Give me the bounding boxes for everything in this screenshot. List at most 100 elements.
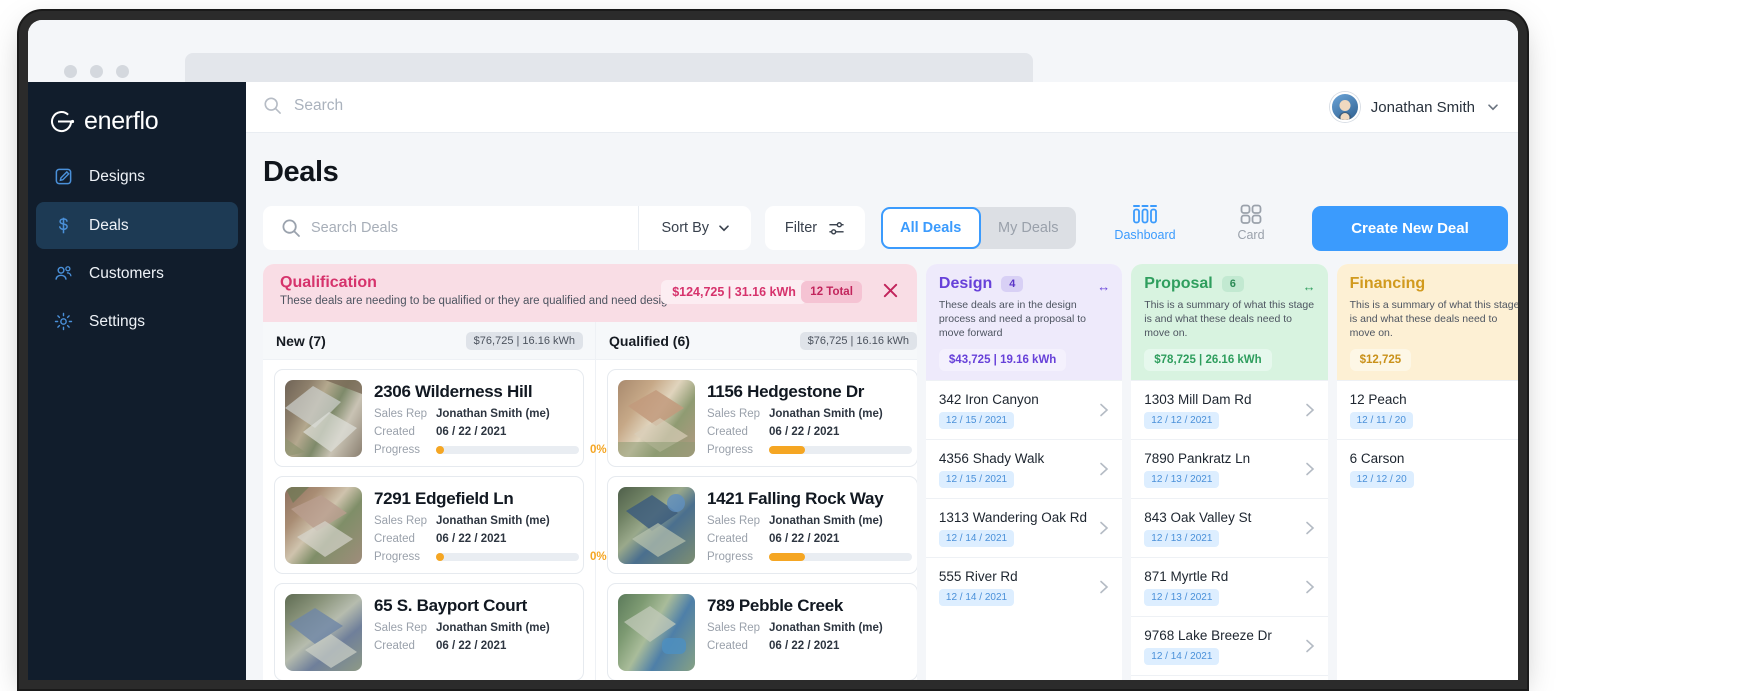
gear-icon [53, 311, 74, 332]
chevron-right-icon [1098, 402, 1110, 418]
stage-list-item[interactable]: 1303 Mill Dam Rd 12 / 12 / 2021 [1131, 379, 1328, 439]
chevron-down-icon [1486, 100, 1500, 114]
created-label: Created [707, 533, 748, 545]
chevron-right-icon [1098, 461, 1110, 477]
created-label: Created [374, 640, 415, 652]
sales-rep-value: Jonathan Smith (me) [769, 515, 883, 527]
create-new-deal-button[interactable]: Create New Deal [1312, 206, 1508, 251]
deal-created-row: Created 06 / 22 / 2021 [707, 640, 907, 652]
stage-summary: $12,725 [1349, 348, 1412, 371]
deal-card[interactable]: 1421 Falling Rock Way Sales Rep Jonathan… [607, 476, 917, 574]
progress-bar [769, 446, 912, 454]
sidebar-item-designs[interactable]: Designs [36, 153, 238, 200]
progress-bar-fill [769, 446, 805, 454]
sales-rep-value: Jonathan Smith (me) [436, 408, 550, 420]
stage-subtitle: This is a summary of what this stage is … [1144, 299, 1315, 340]
sales-rep-value: Jonathan Smith (me) [769, 622, 883, 634]
stage-list-item[interactable]: 871 Myrtle Rd 12 / 13 / 2021 [1131, 556, 1328, 616]
stage-list-item[interactable]: 555 River Rd 12 / 14 / 2021 [925, 556, 1123, 616]
resize-arrows-icon[interactable]: ↔ [1097, 279, 1110, 294]
created-label: Created [707, 426, 748, 438]
stage-list-item[interactable]: 843 Oak Valley St 12 / 13 / 2021 [1131, 497, 1328, 557]
stage-item-date: 12 / 14 / 2021 [1144, 647, 1220, 665]
stage-list-item[interactable]: 342 Iron Canyon 12 / 15 / 2021 [925, 379, 1123, 439]
stage-item-date: 12 / 15 / 2021 [938, 411, 1015, 429]
stage-list-item[interactable]: 12 Peach 12 / 11 / 20 [1336, 379, 1518, 439]
deal-created-row: Created 06 / 22 / 2021 [707, 533, 917, 545]
tab-my-deals[interactable]: My Deals [981, 207, 1077, 249]
chevron-right-icon [1304, 461, 1316, 477]
search-icon [281, 218, 301, 238]
stage-list-item[interactable]: 6 Carson 12 / 12 / 20 [1336, 438, 1518, 498]
progress-bar [436, 553, 579, 561]
deal-card[interactable]: 65 S. Bayport Court Sales Rep Jonathan S… [274, 583, 584, 680]
view-dashboard-label: Dashboard [1114, 228, 1176, 242]
sales-rep-value: Jonathan Smith (me) [436, 515, 550, 527]
search-deals-placeholder: Search Deals [311, 220, 399, 236]
qualification-header: Qualification These deals are needing to… [263, 264, 917, 322]
column-name: New (7) [276, 332, 326, 349]
deal-progress-row: Progress 25% [707, 551, 917, 563]
stage-items: 342 Iron Canyon 12 / 15 / 2021 4356 Shad… [925, 379, 1123, 616]
sort-by-dropdown[interactable]: Sort By [638, 206, 751, 250]
chevron-right-icon [1304, 638, 1316, 654]
sidebar-item-customers[interactable]: Customers [36, 250, 238, 297]
window-maximize-dot[interactable] [116, 65, 129, 78]
window-minimize-dot[interactable] [90, 65, 103, 78]
qualification-total-badge: 12 Total [801, 281, 862, 303]
created-value: 06 / 22 / 2021 [436, 640, 507, 652]
global-search[interactable]: Search [263, 96, 343, 115]
stage-item-date: 12 / 12 / 2021 [1144, 411, 1220, 429]
sidebar: enerflo Designs Deals Customers Settings [28, 82, 246, 680]
stage-item-address: 555 River Rd [938, 568, 1018, 584]
deal-sales-rep-row: Sales Rep Jonathan Smith (me) [707, 515, 917, 527]
browser-titlebar [28, 20, 1518, 90]
stage-item-date: 12 / 13 / 2021 [1144, 529, 1220, 547]
stage-title: Financing [1349, 275, 1426, 292]
close-icon[interactable] [882, 282, 899, 299]
window-close-dot[interactable] [64, 65, 77, 78]
chevron-right-icon [1304, 402, 1316, 418]
stage-list-item[interactable]: 4356 Shady Walk 12 / 15 / 2021 [925, 438, 1123, 498]
chevron-right-icon [1304, 579, 1316, 595]
deal-card[interactable]: 1156 Hedgestone Dr Sales Rep Jonathan Sm… [607, 369, 917, 467]
chevron-right-icon [1304, 520, 1316, 536]
view-dashboard[interactable]: Dashboard [1108, 204, 1182, 242]
tab-all-deals[interactable]: All Deals [881, 207, 981, 249]
sidebar-item-settings[interactable]: Settings [36, 298, 238, 345]
stage-list-item[interactable]: 9840 Broad Court Ln [1131, 674, 1328, 680]
created-value: 06 / 22 / 2021 [769, 426, 840, 438]
stage-subtitle: These deals are in the design process an… [938, 299, 1087, 340]
search-deals-input[interactable]: Search Deals Sort By [263, 206, 751, 250]
deal-card[interactable]: 2306 Wilderness Hill Sales Rep Jonathan … [274, 369, 607, 467]
stage-count-badge: 6 [1221, 276, 1244, 292]
view-card[interactable]: Card [1214, 204, 1288, 242]
page-title: Deals [263, 156, 339, 188]
stage-list-item[interactable]: 1313 Wandering Oak Rd 12 / 14 / 2021 [925, 497, 1123, 557]
deal-sales-rep-row: Sales Rep Jonathan Smith (me) [374, 622, 573, 634]
stage-list-item[interactable]: 9768 Lake Breeze Dr 12 / 14 / 2021 [1131, 615, 1328, 675]
deals-board: Qualification These deals are needing to… [263, 264, 1518, 680]
sidebar-item-deals[interactable]: Deals [36, 202, 238, 249]
chevron-down-icon [717, 221, 731, 235]
created-value: 06 / 22 / 2021 [436, 533, 507, 545]
account-name: Jonathan Smith [1370, 98, 1475, 116]
property-thumbnail [618, 594, 695, 671]
deal-address: 1156 Hedgestone Dr [707, 382, 865, 401]
column-cards: 2306 Wilderness Hill Sales Rep Jonathan … [263, 360, 607, 680]
deal-address: 65 S. Bayport Court [374, 596, 527, 615]
stage-item-date: 12 / 14 / 2021 [938, 529, 1015, 547]
qualification-columns: New (7) $76,725 | 16.16 kWh 2306 Wildern… [263, 322, 917, 680]
deal-sales-rep-row: Sales Rep Jonathan Smith (me) [374, 515, 607, 527]
deal-card[interactable]: 789 Pebble Creek Sales Rep Jonathan Smit… [607, 583, 917, 680]
stage-item-date: 12 / 13 / 2021 [1144, 470, 1220, 488]
stage-item-date: 12 / 11 / 20 [1349, 411, 1413, 429]
resize-arrows-icon[interactable]: ↔ [1303, 279, 1316, 294]
enerflo-logo-icon [48, 108, 75, 135]
app-logo[interactable]: enerflo [48, 107, 159, 136]
stage-list-item[interactable]: 7890 Pankratz Ln 12 / 13 / 2021 [1131, 438, 1328, 498]
deal-card[interactable]: 7291 Edgefield Ln Sales Rep Jonathan Smi… [274, 476, 607, 574]
filter-button[interactable]: Filter [765, 206, 865, 250]
qualification-summary: $124,725 | 31.16 kWh [661, 280, 807, 304]
account-menu[interactable]: Jonathan Smith [1329, 92, 1500, 122]
